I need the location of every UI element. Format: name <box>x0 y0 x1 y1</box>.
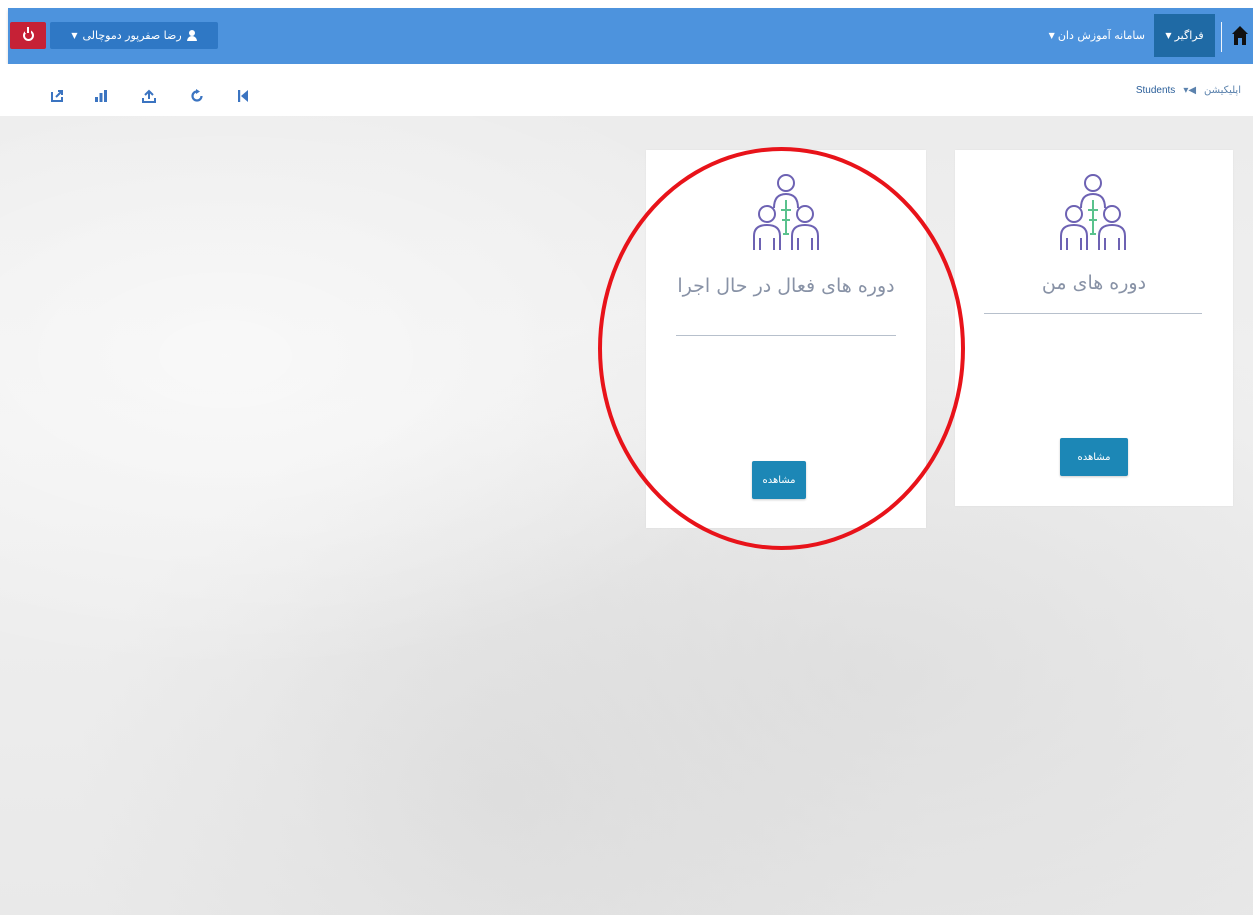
upload-icon[interactable] <box>142 88 156 104</box>
chevron-down-icon: ▼ <box>1048 31 1055 40</box>
card-title: دوره های فعال در حال اجرا <box>677 275 895 297</box>
nav-divider <box>1221 22 1222 52</box>
breadcrumb-app[interactable]: اپلیکیشن <box>1204 85 1241 96</box>
first-page-icon[interactable] <box>236 88 250 104</box>
chevron-left-icon: ◀▾ <box>1183 84 1197 96</box>
active-courses-card: دوره های فعال در حال اجرا مشاهده <box>646 150 926 528</box>
breadcrumb-current: Students <box>1135 84 1176 96</box>
card-divider <box>676 335 896 336</box>
chart-icon[interactable] <box>94 88 108 104</box>
chevron-down-icon: ▼ <box>1165 31 1172 40</box>
group-icon <box>752 172 820 258</box>
chevron-down-icon: ▼ <box>71 31 78 40</box>
home-icon[interactable] <box>1231 25 1249 47</box>
view-button[interactable]: مشاهده <box>752 461 806 499</box>
export-icon[interactable] <box>50 88 64 104</box>
card-divider <box>984 313 1202 314</box>
user-menu-button[interactable]: رضا صفرپور دموچالی ▼ <box>50 22 218 49</box>
system-menu[interactable]: سامانه آموزش دان ▼ <box>1049 14 1145 57</box>
view-button[interactable]: مشاهده <box>1060 438 1128 476</box>
toolbar <box>0 64 1253 116</box>
group-icon <box>1059 172 1127 258</box>
user-icon <box>186 30 197 41</box>
power-icon <box>22 27 34 41</box>
top-navbar: رضا صفرپور دموچالی ▼ سامانه آموزش دان ▼ … <box>8 8 1253 64</box>
breadcrumb: اپلیکیشن ◀▾ Students <box>1136 79 1241 101</box>
user-name: رضا صفرپور دموچالی <box>82 29 182 42</box>
system-menu-label: سامانه آموزش دان <box>1057 29 1145 42</box>
student-menu[interactable]: فراگیر ▼ <box>1154 14 1215 57</box>
student-menu-label: فراگیر <box>1174 29 1204 42</box>
refresh-icon[interactable] <box>190 88 204 104</box>
my-courses-card: دوره های من مشاهده <box>955 150 1233 506</box>
logout-button[interactable] <box>10 22 46 49</box>
card-title: دوره های من <box>1041 272 1147 294</box>
